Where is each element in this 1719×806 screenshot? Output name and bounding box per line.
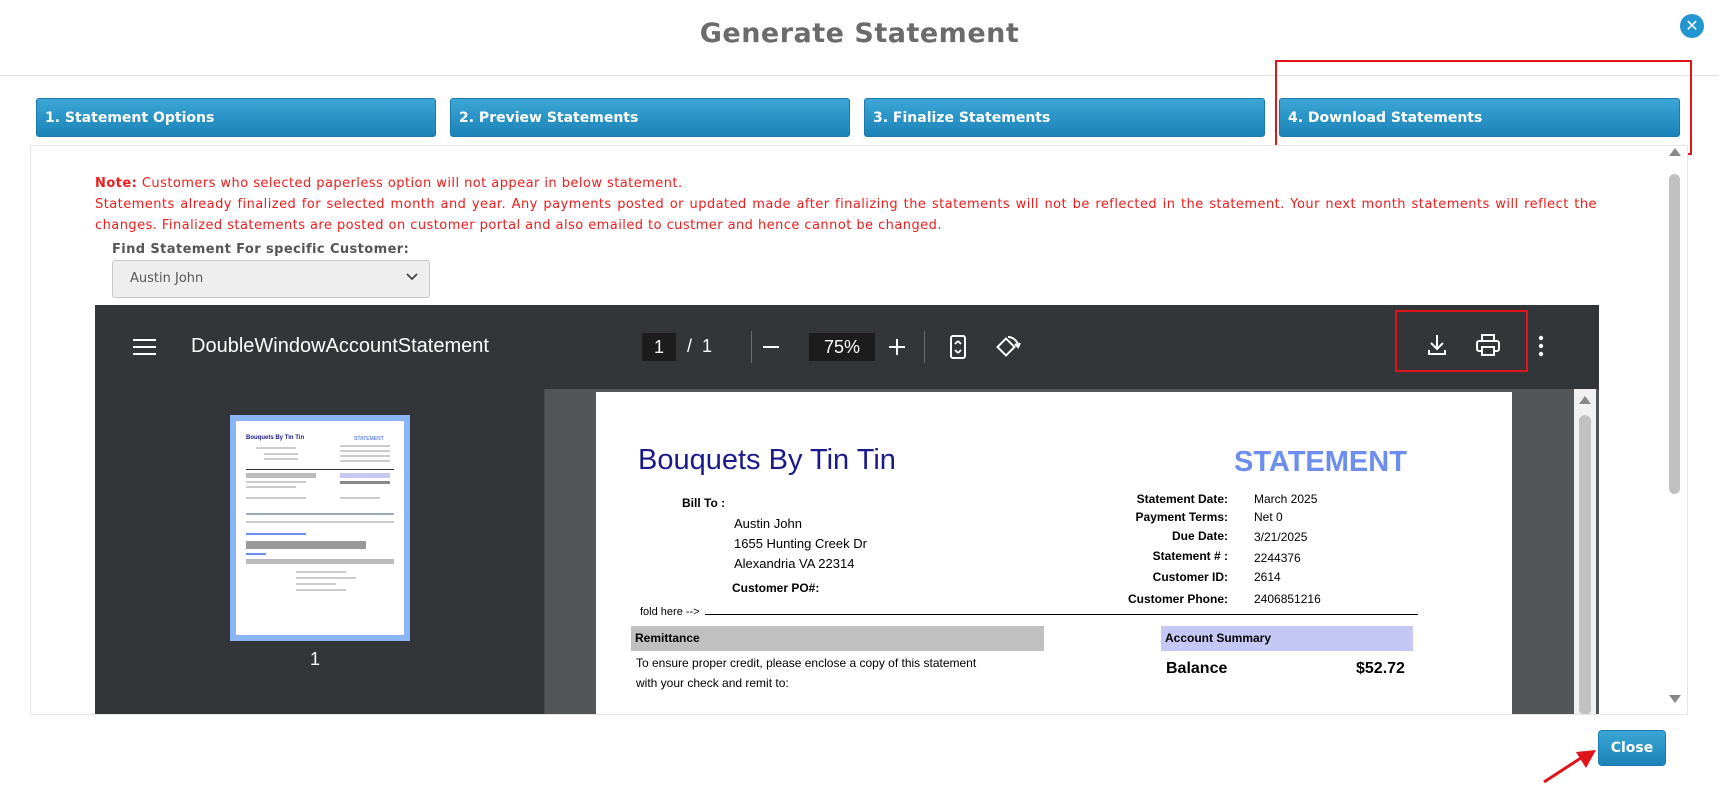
note-text: Note: Customers who selected paperless o… xyxy=(95,173,1597,236)
statement-date-value: March 2025 xyxy=(1254,492,1318,506)
print-icon[interactable] xyxy=(1475,333,1501,357)
close-circle-icon[interactable]: ✕ xyxy=(1680,14,1704,38)
statement-heading: STATEMENT xyxy=(1234,446,1407,478)
payment-terms-label: Payment Terms: xyxy=(1135,510,1228,524)
remittance-text-1: To ensure proper credit, please enclose … xyxy=(636,656,977,670)
note-line-1: Customers who selected paperless option … xyxy=(137,176,683,191)
highlight-box-download-print xyxy=(1395,310,1528,372)
thumbnail-page-preview: Bouquets By Tin Tin STATEMENT xyxy=(236,421,404,635)
fold-here-label: fold here --> xyxy=(640,606,700,618)
note-prefix: Note: xyxy=(95,176,138,191)
page-thumbnail[interactable]: Bouquets By Tin Tin STATEMENT xyxy=(230,415,410,641)
more-vert-icon[interactable] xyxy=(1538,335,1544,357)
customer-po-label: Customer PO#: xyxy=(732,581,820,595)
menu-icon[interactable] xyxy=(133,339,156,355)
step-content-panel: Note: Customers who selected paperless o… xyxy=(30,145,1688,715)
zoom-out-icon[interactable] xyxy=(761,337,781,357)
tab-finalize-statements[interactable]: 3. Finalize Statements xyxy=(864,98,1265,137)
thumbnail-page-graphic: Bouquets By Tin Tin STATEMENT xyxy=(246,435,394,591)
fold-line xyxy=(705,614,1418,615)
tab-download-statements[interactable]: 4. Download Statements xyxy=(1279,98,1680,137)
panel-scroll-thumb[interactable] xyxy=(1669,174,1680,494)
balance-value: $52.72 xyxy=(1356,660,1405,677)
remittance-text-2: with your check and remit to: xyxy=(636,676,789,690)
red-arrow-pointer-icon xyxy=(1543,750,1596,784)
toolbar-divider xyxy=(751,331,752,363)
account-summary-header: Account Summary xyxy=(1161,626,1413,651)
statement-date-label: Statement Date: xyxy=(1136,492,1228,506)
customer-id-label: Customer ID: xyxy=(1152,570,1228,584)
pdf-viewer: DoubleWindowAccountStatement 1 / 1 75% B… xyxy=(95,305,1599,714)
note-line-2: Statements already finalized for selecte… xyxy=(95,197,1597,233)
thumbnail-sidebar: Bouquets By Tin Tin STATEMENT 1 xyxy=(95,389,545,714)
document-scroll-thumb[interactable] xyxy=(1579,415,1591,714)
thumbnail-heading: STATEMENT xyxy=(354,436,384,442)
bill-to-city: Alexandria VA 22314 xyxy=(734,556,855,571)
bill-to-label: Bill To : xyxy=(682,496,726,510)
tab-statement-options[interactable]: 1. Statement Options xyxy=(36,98,436,137)
close-button[interactable]: Close xyxy=(1598,730,1666,766)
document-area: Bouquets By Tin Tin STATEMENT Bill To : … xyxy=(545,389,1599,714)
chevron-down-icon xyxy=(406,273,418,281)
pdf-title: DoubleWindowAccountStatement xyxy=(191,335,489,357)
statement-number-value: 2244376 xyxy=(1254,551,1301,565)
balance-label: Balance xyxy=(1166,660,1228,677)
document-scrollbar[interactable] xyxy=(1574,389,1596,714)
customer-phone-label: Customer Phone: xyxy=(1127,592,1228,606)
remittance-header: Remittance xyxy=(631,626,1044,651)
customer-select[interactable]: Austin John xyxy=(112,260,430,298)
panel-scroll-down-icon[interactable] xyxy=(1669,695,1681,703)
customer-id-value: 2614 xyxy=(1254,570,1281,584)
pdf-toolbar: DoubleWindowAccountStatement 1 / 1 75% xyxy=(95,305,1599,389)
bill-to-name: Austin John xyxy=(734,516,802,531)
payment-terms-value: Net 0 xyxy=(1254,510,1283,524)
zoom-level-input[interactable]: 75% xyxy=(809,333,875,361)
page-separator: / xyxy=(687,336,693,356)
panel-scrollbar[interactable] xyxy=(1665,148,1685,714)
download-icon[interactable] xyxy=(1426,333,1448,357)
generate-statement-modal: Generate Statement ✕ 1. Statement Option… xyxy=(0,0,1719,806)
due-date-value: 3/21/2025 xyxy=(1254,530,1308,544)
fit-page-icon[interactable] xyxy=(948,334,968,360)
bill-to-street: 1655 Hunting Creek Dr xyxy=(734,536,867,551)
thumbnail-company: Bouquets By Tin Tin xyxy=(246,435,304,441)
modal-title: Generate Statement xyxy=(699,18,1020,49)
statement-number-label: Statement # : xyxy=(1152,549,1228,563)
company-name: Bouquets By Tin Tin xyxy=(638,444,896,476)
tab-preview-statements[interactable]: 2. Preview Statements xyxy=(450,98,850,137)
page-number-input[interactable]: 1 xyxy=(642,333,676,361)
modal-header: Generate Statement ✕ xyxy=(0,0,1719,76)
zoom-in-icon[interactable] xyxy=(887,337,907,357)
page-total: 1 xyxy=(702,336,713,356)
customer-phone-value: 2406851216 xyxy=(1254,592,1321,606)
customer-select-value: Austin John xyxy=(130,271,204,286)
due-date-label: Due Date: xyxy=(1171,529,1228,543)
customer-filter-label: Find Statement For specific Customer: xyxy=(112,242,410,257)
panel-scroll-up-icon[interactable] xyxy=(1669,148,1681,156)
thumbnail-page-number: 1 xyxy=(310,649,321,669)
rotate-icon[interactable] xyxy=(993,334,1021,360)
statement-page: Bouquets By Tin Tin STATEMENT Bill To : … xyxy=(596,392,1512,714)
scroll-up-arrow-icon[interactable] xyxy=(1579,396,1591,404)
toolbar-divider xyxy=(924,331,925,363)
